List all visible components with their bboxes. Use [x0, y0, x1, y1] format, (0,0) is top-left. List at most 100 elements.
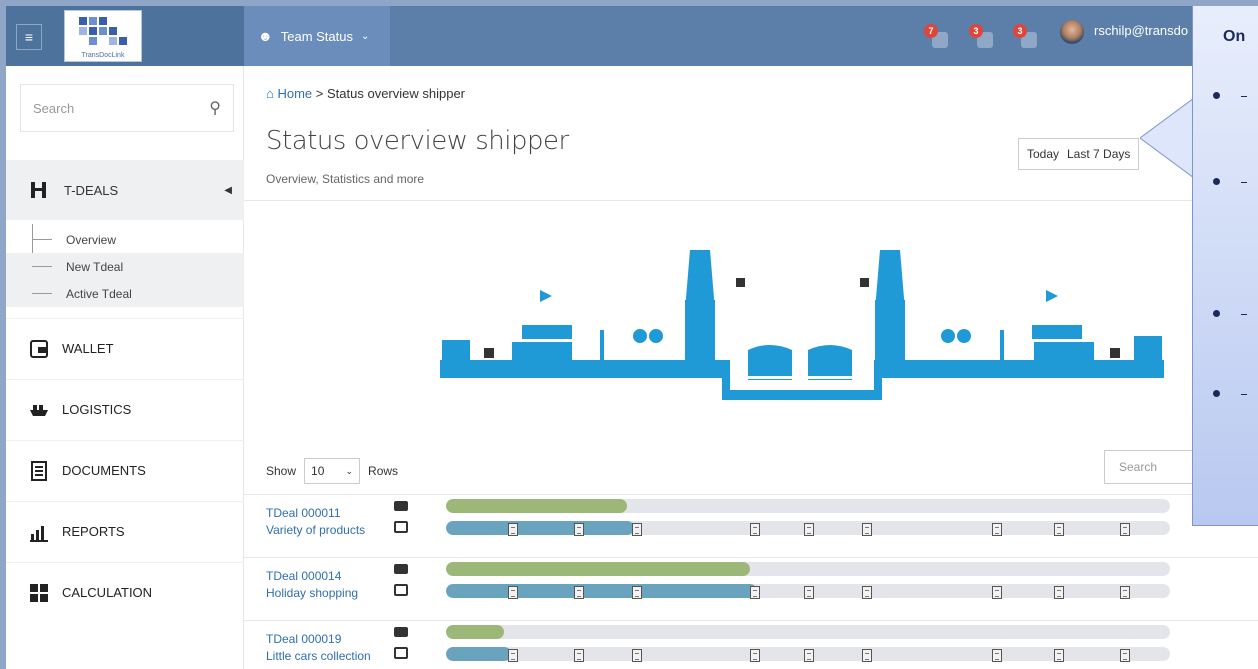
breadcrumb-home-link[interactable]: ⌂ Home: [266, 86, 312, 101]
sidebar-item-reports[interactable]: REPORTS: [6, 501, 244, 561]
ship-icon: [394, 501, 408, 511]
sidebar-search-input[interactable]: Search ⚲: [20, 84, 234, 132]
team-status-dropdown[interactable]: ☻ Team Status ⌄: [244, 6, 390, 66]
table-row[interactable]: TDeal 000019 Little cars collection: [244, 620, 1258, 669]
bullet: [1213, 92, 1220, 99]
document-icon[interactable]: [750, 586, 760, 599]
search-icon[interactable]: ⚲: [209, 98, 221, 118]
main-content: ⌂ Home > Status overview shipper Status …: [244, 66, 1258, 669]
document-icon[interactable]: [508, 523, 518, 536]
sidebar-item-label: T-DEALS: [64, 182, 119, 198]
app-window: ≡ TransDocLink ☻ Team Status ⌄ 7 3 3 rsc…: [0, 0, 1258, 669]
sidebar-search-placeholder: Search: [33, 100, 75, 116]
document-icon[interactable]: [508, 649, 518, 662]
table-row[interactable]: TDeal 000014 Holiday shopping: [244, 557, 1258, 620]
rows-per-page-control: Show 10 ⌄ Rows: [266, 458, 398, 484]
callout-pointer: [1140, 98, 1194, 178]
deal-name[interactable]: Little cars collection: [266, 648, 371, 665]
rows-per-page-select[interactable]: 10 ⌄: [304, 458, 361, 484]
bullet: [1213, 178, 1220, 185]
last-7-days-button[interactable]: Last 7 Days: [1059, 138, 1140, 170]
progress-fill: [446, 625, 504, 639]
wallet-icon: [30, 339, 48, 358]
progress-fill: [446, 499, 627, 513]
deal-id-link[interactable]: TDeal 000019: [266, 631, 371, 648]
ship-icon: [394, 627, 408, 637]
document-icon[interactable]: [992, 523, 1002, 536]
ship-icon: [30, 404, 48, 416]
sidebar-subitem-overview[interactable]: Overview: [6, 226, 244, 253]
document-icon[interactable]: [574, 649, 584, 662]
document-icon[interactable]: [632, 523, 642, 536]
callout-panel: On: [1192, 6, 1258, 526]
document-icon[interactable]: [750, 523, 760, 536]
document-icon[interactable]: [862, 586, 872, 599]
sidebar-item-wallet[interactable]: WALLET: [6, 318, 244, 378]
document-icon[interactable]: [1054, 523, 1064, 536]
document-icon[interactable]: [1054, 649, 1064, 662]
deal-progress-bar: [446, 625, 1170, 639]
avatar[interactable]: [1060, 20, 1084, 44]
mail-notification-button[interactable]: 3: [969, 24, 995, 50]
task-count-badge: 3: [1013, 24, 1027, 38]
document-icon[interactable]: [1120, 523, 1130, 536]
sidebar-subitem-active-tdeal[interactable]: Active Tdeal: [6, 280, 244, 307]
table-row[interactable]: TDeal 000011 Variety of products: [244, 494, 1258, 557]
sidebar-item-documents[interactable]: DOCUMENTS: [6, 440, 244, 500]
deal-id-link[interactable]: TDeal 000011: [266, 505, 365, 522]
chevron-left-icon: ◀: [224, 184, 232, 196]
document-icon[interactable]: [632, 649, 642, 662]
document-icon[interactable]: [574, 586, 584, 599]
app-logo[interactable]: TransDocLink: [64, 10, 142, 62]
divider: [244, 200, 1258, 201]
page-subtitle: Overview, Statistics and more: [266, 172, 425, 186]
breadcrumb-separator: >: [315, 86, 324, 101]
bullet: [1213, 310, 1220, 317]
sidebar-subitem-new-tdeal[interactable]: New Tdeal: [6, 253, 244, 280]
user-email[interactable]: rschilp@transdo: [1094, 23, 1188, 38]
document-icon[interactable]: [992, 586, 1002, 599]
handshake-icon: [31, 182, 46, 198]
alarm-count-badge: 7: [924, 24, 938, 38]
progress-fill: [446, 521, 635, 535]
exchange-icon: [394, 521, 408, 533]
deal-id-link[interactable]: TDeal 000014: [266, 568, 358, 585]
breadcrumb-current: Status overview shipper: [327, 86, 466, 101]
sidebar-item-logistics[interactable]: LOGISTICS: [6, 379, 244, 439]
exchange-icon: [394, 584, 408, 596]
sidebar-item-t-deals[interactable]: T-DEALS ◀: [6, 160, 244, 220]
chevron-down-icon: ⌄: [361, 30, 370, 42]
progress-fill: [446, 647, 512, 661]
rows-label: Rows: [368, 464, 399, 478]
document-icon[interactable]: [574, 523, 584, 536]
document-icon[interactable]: [804, 523, 814, 536]
document-icon[interactable]: [862, 649, 872, 662]
sidebar-item-calculation[interactable]: CALCULATION: [6, 562, 244, 622]
document-icon[interactable]: [1120, 586, 1130, 599]
progress-fill: [446, 562, 751, 576]
document-icon[interactable]: [750, 649, 760, 662]
sidebar: Search ⚲ T-DEALS ◀ Overview New Tdeal Ac…: [6, 66, 244, 669]
document-icon[interactable]: [1054, 586, 1064, 599]
alarm-notification-button[interactable]: 7: [924, 24, 950, 50]
task-notification-button[interactable]: 3: [1013, 24, 1039, 50]
page-title: Status overview shipper: [266, 126, 569, 156]
callout-title: On: [1223, 28, 1246, 45]
document-icon[interactable]: [804, 649, 814, 662]
document-icon[interactable]: [632, 586, 642, 599]
show-label: Show: [266, 464, 297, 478]
deal-name[interactable]: Variety of products: [266, 522, 365, 539]
logo-text: TransDocLink: [81, 52, 125, 59]
deal-name[interactable]: Holiday shopping: [266, 585, 358, 602]
document-icon[interactable]: [1120, 649, 1130, 662]
ship-icon: [394, 564, 408, 574]
document-icon[interactable]: [508, 586, 518, 599]
document-icon[interactable]: [992, 649, 1002, 662]
hamburger-icon[interactable]: ≡: [16, 24, 42, 50]
exchange-icon: [394, 647, 408, 659]
chevron-down-icon: ⌄: [345, 465, 354, 476]
team-status-label: Team Status: [280, 28, 353, 44]
breadcrumb: ⌂ Home > Status overview shipper: [266, 86, 465, 101]
document-icon[interactable]: [862, 523, 872, 536]
document-icon[interactable]: [804, 586, 814, 599]
